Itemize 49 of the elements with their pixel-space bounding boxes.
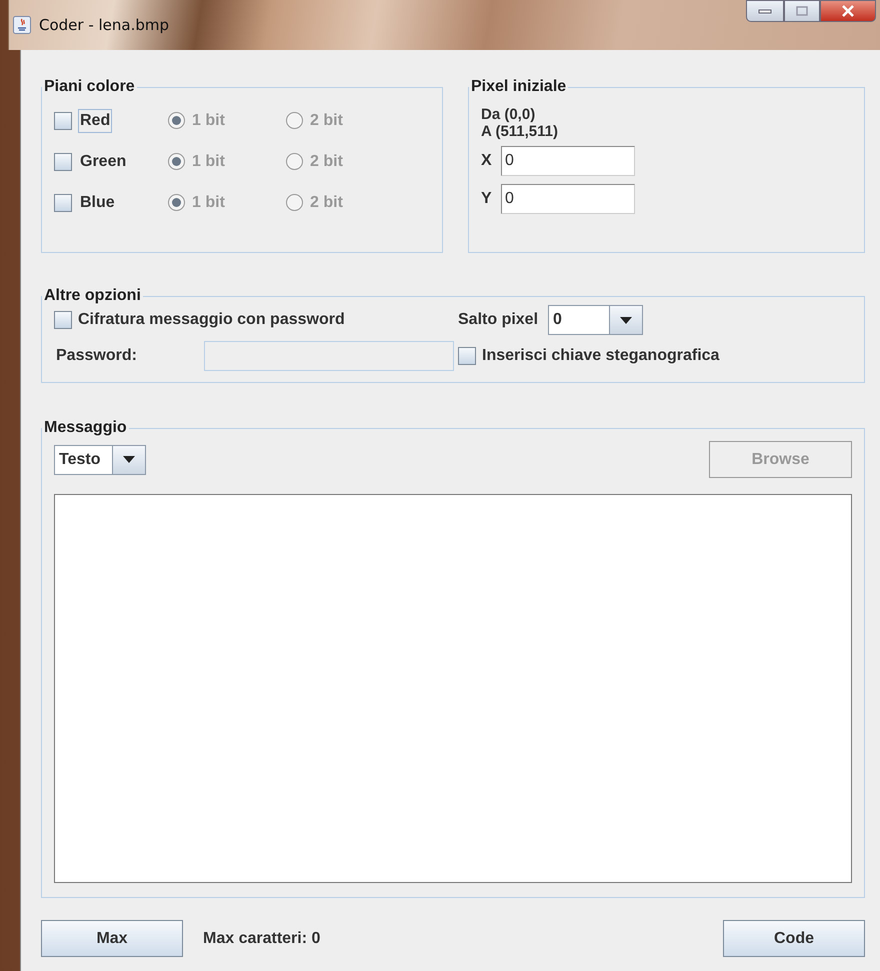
field-label: Password:: [55, 347, 138, 365]
radio-button[interactable]: [168, 112, 185, 129]
range-text: A (511,511): [481, 123, 559, 140]
skip-dropdown[interactable]: 0: [548, 305, 644, 335]
radio-button[interactable]: [286, 153, 303, 170]
radio-button[interactable]: [168, 153, 185, 170]
group-title: Pixel iniziale: [470, 78, 568, 96]
radio-label: 1 bit: [192, 194, 225, 212]
minimize-icon: [758, 8, 772, 14]
group-title: Messaggio: [43, 419, 128, 437]
checkbox-label: Green: [79, 152, 128, 172]
caret-icon: [620, 316, 632, 324]
checkbox[interactable]: [54, 152, 72, 170]
close-button[interactable]: [820, 0, 876, 22]
radio-label: 1 bit: [192, 112, 225, 130]
checkbox[interactable]: [54, 194, 72, 212]
field-label: Y: [481, 190, 493, 208]
radio-button[interactable]: [286, 194, 303, 211]
caret-icon: [123, 456, 135, 463]
range-text: Da (0,0): [481, 106, 536, 123]
radio-label: 2 bit: [310, 112, 343, 130]
close-icon: [841, 5, 855, 17]
field-label: X: [481, 152, 493, 170]
maximize-icon: [795, 5, 809, 17]
java-icon: [13, 16, 31, 34]
checkbox[interactable]: [458, 347, 476, 365]
radio-label: 2 bit: [310, 194, 343, 212]
max-button[interactable]: Max: [41, 920, 183, 957]
radio-button[interactable]: [168, 194, 185, 211]
checkbox-label: Inserisci chiave steganografica: [482, 347, 720, 365]
code-button[interactable]: Code: [723, 920, 865, 957]
radio-label: 1 bit: [192, 152, 225, 170]
window-title: Coder - lena.bmp: [39, 16, 170, 34]
maximize-button[interactable]: [784, 0, 820, 22]
minimize-button[interactable]: [746, 0, 784, 22]
input-field[interactable]: 0: [501, 184, 635, 214]
type-dropdown[interactable]: Testo: [54, 444, 146, 474]
max-characters-text: Max caratteri: 0: [203, 930, 320, 948]
group-title: Piani colore: [43, 78, 136, 96]
checkbox-label: Blue: [79, 192, 116, 212]
checkbox[interactable]: [54, 311, 72, 329]
checkbox-label: Cifratura messaggio con password: [78, 311, 345, 329]
group-title: Altre opzioni: [43, 287, 142, 305]
radio-label: 2 bit: [310, 152, 343, 170]
checkbox-label: Red: [78, 108, 112, 132]
skip-label: Salto pixel: [458, 311, 538, 329]
checkbox[interactable]: [54, 112, 72, 130]
input-field[interactable]: 0: [501, 146, 635, 176]
radio-button[interactable]: [286, 112, 303, 129]
